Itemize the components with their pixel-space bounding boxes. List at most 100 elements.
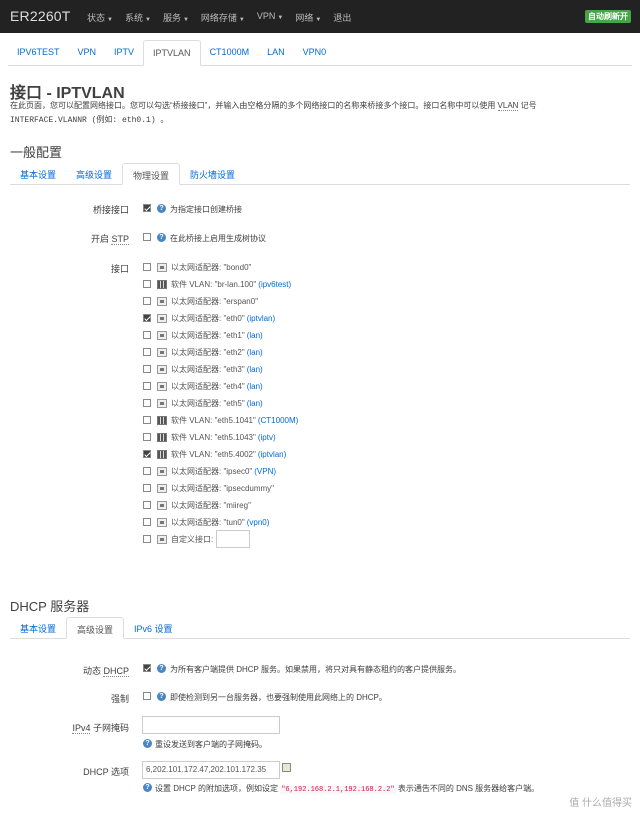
interface-row: 软件 VLAN: "br-lan.100" (ipv6test) bbox=[143, 277, 291, 291]
interface-name: 以太网适配器: "eth1" bbox=[171, 330, 245, 340]
general-config-heading: 一般配置 bbox=[10, 145, 63, 160]
interface-checkbox[interactable] bbox=[143, 263, 151, 271]
interface-checkbox[interactable] bbox=[143, 484, 151, 492]
tab-iptvlan[interactable]: IPTVLAN bbox=[143, 40, 201, 66]
interface-name: 以太网适配器: "eth5" bbox=[171, 398, 245, 408]
interface-checkbox[interactable] bbox=[143, 348, 151, 356]
dhcp-options-label: DHCP 选项 bbox=[83, 767, 129, 777]
chevron-down-icon: ▼ bbox=[144, 17, 151, 23]
interface-network-link[interactable]: (iptv) bbox=[258, 433, 276, 442]
interface-checkbox[interactable] bbox=[143, 382, 151, 390]
interface-network-link[interactable]: (ipv6test) bbox=[258, 280, 291, 289]
tab-lan[interactable]: LAN bbox=[258, 40, 294, 66]
force-help: 即使检测到另一台服务器，也要强制使用此网络上的 DHCP。 bbox=[170, 693, 387, 702]
interface-network-link[interactable]: (lan) bbox=[247, 331, 263, 340]
nav-network[interactable]: 网络 ▼ bbox=[295, 11, 321, 24]
interface-name: 以太网适配器: "eth0" bbox=[171, 313, 245, 323]
interface-row: 以太网适配器: "eth5" (lan) bbox=[143, 396, 263, 410]
subtab-physical[interactable]: 物理设置 bbox=[122, 163, 181, 185]
interface-checkbox[interactable] bbox=[143, 416, 151, 424]
interface-checkbox[interactable] bbox=[143, 450, 151, 458]
subtab-dhcp-advanced[interactable]: 高级设置 bbox=[66, 617, 125, 639]
interface-network-link[interactable]: (vpn0) bbox=[247, 518, 270, 527]
interface-network-link[interactable]: (lan) bbox=[247, 365, 263, 374]
interface-network-link[interactable]: (lan) bbox=[247, 399, 263, 408]
interface-network-link[interactable]: (VPN) bbox=[254, 467, 276, 476]
ethernet-icon bbox=[157, 483, 167, 493]
help-icon: ? bbox=[157, 664, 166, 673]
netmask-help: 重设发送到客户端的子网掩码。 bbox=[155, 740, 267, 749]
autorefresh-badge[interactable]: 自动刷新开 bbox=[585, 10, 631, 23]
subtab-firewall[interactable]: 防火墙设置 bbox=[180, 163, 245, 185]
brand-name[interactable]: ER2260T bbox=[10, 8, 71, 24]
interface-checkbox[interactable] bbox=[143, 280, 151, 288]
stp-checkbox[interactable] bbox=[143, 233, 151, 241]
interface-name: 以太网适配器: "eth2" bbox=[171, 347, 245, 357]
tab-ct1000m[interactable]: CT1000M bbox=[201, 40, 259, 66]
interface-name: 以太网适配器: "bond0" bbox=[171, 262, 252, 272]
netmask-input[interactable] bbox=[142, 716, 280, 734]
nav-status[interactable]: 状态 ▼ bbox=[87, 11, 113, 24]
interface-network-link[interactable]: (iptvlan) bbox=[258, 450, 286, 459]
tab-ipv6test[interactable]: IPV6TEST bbox=[8, 40, 69, 66]
interface-name: 软件 VLAN: "eth5.4002" bbox=[171, 449, 256, 459]
interface-tabs: IPV6TEST VPN IPTV IPTVLAN CT1000M LAN VP… bbox=[8, 40, 632, 66]
interface-name: 以太网适配器: "ipsec0" bbox=[171, 466, 253, 476]
interface-label: 接口 bbox=[110, 264, 129, 274]
interface-row: 软件 VLAN: "eth5.1043" (iptv) bbox=[143, 430, 276, 444]
interface-name: 以太网适配器: "erspan0" bbox=[171, 296, 259, 306]
interface-name: 以太网适配器: "eth4" bbox=[171, 381, 245, 391]
dynamic-dhcp-label: 动态 DHCP bbox=[82, 666, 129, 677]
dynamic-dhcp-checkbox[interactable] bbox=[143, 664, 151, 672]
interface-checkbox[interactable] bbox=[143, 518, 151, 526]
tab-vpn0[interactable]: VPN0 bbox=[294, 40, 336, 66]
interface-network-link[interactable]: (lan) bbox=[247, 348, 263, 357]
interface-name: 软件 VLAN: "br-lan.100" bbox=[171, 279, 257, 289]
interface-checkbox[interactable] bbox=[143, 365, 151, 373]
nav-services[interactable]: 服务 ▼ bbox=[163, 11, 189, 24]
tab-vpn[interactable]: VPN bbox=[69, 40, 106, 66]
tab-iptv[interactable]: IPTV bbox=[105, 40, 143, 66]
nav-system[interactable]: 系统 ▼ bbox=[125, 11, 151, 24]
nav-nas[interactable]: 网络存储 ▼ bbox=[201, 11, 245, 24]
help-icon: ? bbox=[157, 233, 166, 242]
interface-checkbox[interactable] bbox=[143, 433, 151, 441]
interface-row: 以太网适配器: "eth3" (lan) bbox=[143, 362, 263, 376]
interface-network-link[interactable]: (iptvlan) bbox=[247, 314, 275, 323]
force-label: 强制 bbox=[110, 694, 129, 704]
interface-row: 以太网适配器: "eth1" (lan) bbox=[143, 328, 263, 342]
interface-row: 软件 VLAN: "eth5.1041" (CT1000M) bbox=[143, 413, 298, 427]
nav-logout[interactable]: 退出 bbox=[333, 11, 351, 24]
stp-label: 开启 STP bbox=[90, 234, 129, 245]
interface-row: 以太网适配器: "eth2" (lan) bbox=[143, 345, 263, 359]
subtab-dhcp-ipv6[interactable]: IPv6 设置 bbox=[124, 617, 183, 639]
interface-checkbox[interactable] bbox=[143, 314, 151, 322]
vlan-icon bbox=[157, 432, 167, 442]
interface-checkbox[interactable] bbox=[143, 399, 151, 407]
add-entry-icon[interactable] bbox=[282, 763, 291, 772]
custom-interface-input[interactable] bbox=[216, 530, 251, 548]
help-icon: ? bbox=[157, 204, 166, 213]
nav-vpn[interactable]: VPN ▼ bbox=[257, 11, 283, 24]
subtab-dhcp-basic[interactable]: 基本设置 bbox=[10, 617, 66, 639]
dhcp-options-input[interactable]: 6,202.101.172.47,202.101.172.35 bbox=[142, 761, 280, 779]
bridge-checkbox[interactable] bbox=[143, 204, 151, 212]
ethernet-icon bbox=[157, 347, 167, 357]
interface-checkbox[interactable] bbox=[143, 331, 151, 339]
ethernet-icon bbox=[157, 364, 167, 374]
interface-network-link[interactable]: (lan) bbox=[247, 382, 263, 391]
ethernet-icon bbox=[157, 398, 167, 408]
interface-network-link[interactable]: (CT1000M) bbox=[258, 416, 298, 425]
interface-checkbox[interactable] bbox=[143, 467, 151, 475]
subtab-basic[interactable]: 基本设置 bbox=[10, 163, 66, 185]
ethernet-icon bbox=[157, 466, 167, 476]
help-icon: ? bbox=[157, 692, 166, 701]
subtab-advanced[interactable]: 高级设置 bbox=[66, 163, 122, 185]
custom-interface-checkbox[interactable] bbox=[143, 535, 151, 543]
interface-name: 以太网适配器: "ipsecdummy" bbox=[171, 483, 275, 493]
force-checkbox[interactable] bbox=[143, 692, 151, 700]
interface-checkbox[interactable] bbox=[143, 297, 151, 305]
interface-row: 以太网适配器: "ipsecdummy" bbox=[143, 481, 274, 495]
ethernet-icon bbox=[157, 313, 167, 323]
interface-checkbox[interactable] bbox=[143, 501, 151, 509]
